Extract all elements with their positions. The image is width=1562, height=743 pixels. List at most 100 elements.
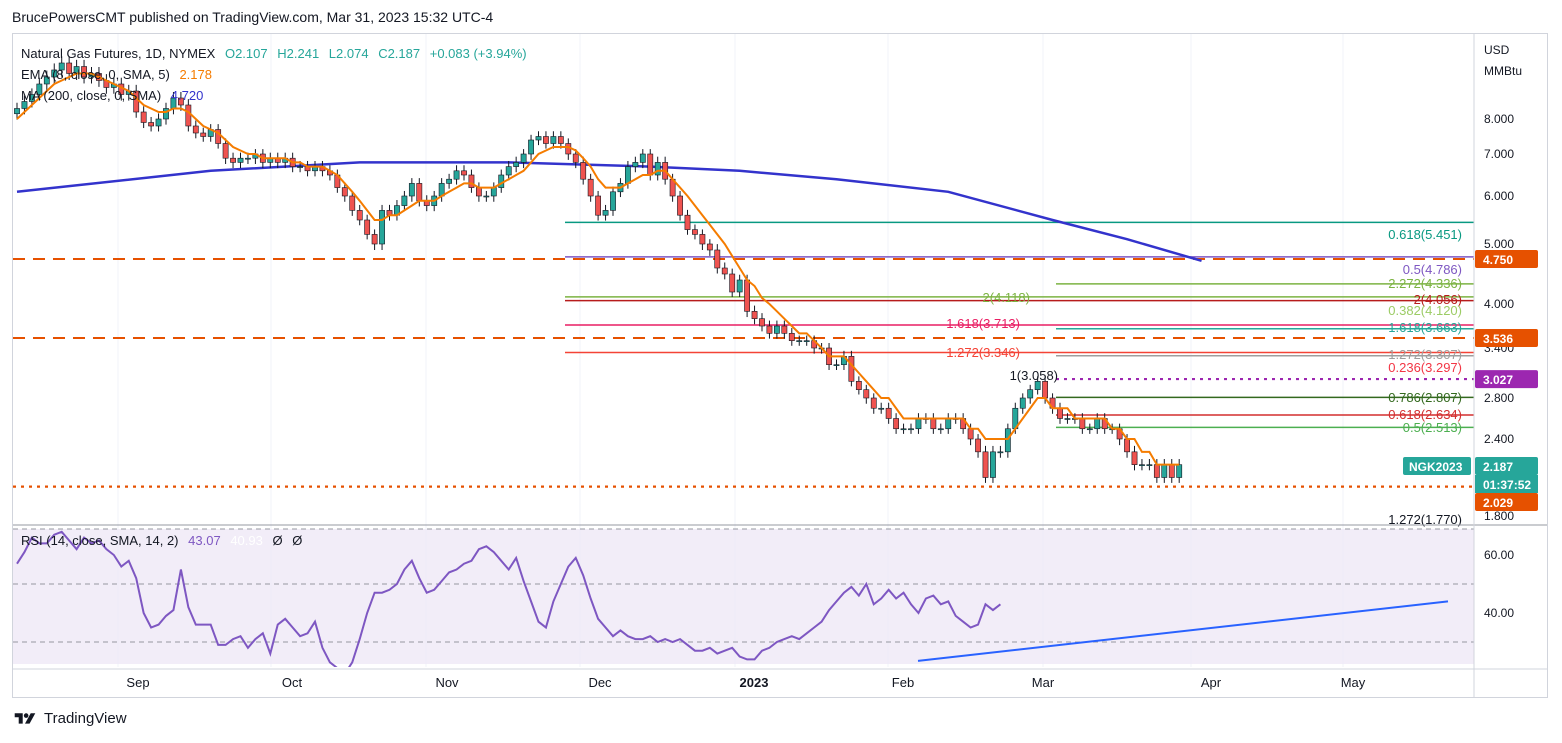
candle-body [751, 311, 758, 319]
legend-low: L2.074 [329, 46, 369, 61]
price-axis[interactable]: 8.0007.0006.0005.0004.0003.4002.8002.400… [1484, 112, 1514, 620]
candle-body [692, 229, 698, 235]
candle-body [535, 136, 542, 141]
price-tick-label: 1.800 [1484, 509, 1514, 523]
candle-body [513, 162, 520, 167]
fib-label: 0.618(5.451) [1388, 227, 1462, 242]
candle-body [1057, 407, 1063, 419]
svg-text:EMA (8, close, 0, SMA, 5): EMA (8, close, 0, SMA, 5) 2.178 [21, 67, 212, 82]
candle-body [610, 191, 616, 211]
candle-body [192, 125, 199, 134]
candle-body [453, 170, 460, 180]
fib-label: 0.786(2.807) [1388, 390, 1462, 405]
price-tick-label: 6.000 [1484, 189, 1514, 203]
candle-body [736, 279, 743, 293]
candle-body [341, 187, 348, 197]
svg-text:RSI (14, close, SMA, 14, 2): RSI (14, close, SMA, 14, 2) 43.07 40.93 … [21, 533, 302, 548]
candle-body [222, 143, 229, 159]
candle-body [572, 153, 579, 163]
candle-body [245, 157, 251, 160]
main-legend: Natural Gas Futures, 1D, NYMEX O2.107 H2… [21, 46, 527, 548]
legend-rsi-extra1: Ø [272, 533, 282, 548]
candle-body [237, 157, 244, 163]
candle-body [915, 418, 922, 430]
candle-body [543, 136, 549, 144]
price-tick-label: 4.000 [1484, 297, 1514, 311]
legend-ma-label: MA (200, close, 0, SMA) [21, 88, 161, 103]
candle-body [744, 279, 750, 312]
price-tag-label: 2.187 [1483, 460, 1513, 474]
candle-body [371, 234, 378, 245]
price-tag-label: 4.750 [1483, 253, 1513, 267]
legend-rsi-extra2: Ø [292, 533, 302, 548]
date-tick-label: Sep [126, 675, 149, 690]
candle-body [893, 418, 899, 430]
fib-label: 2.272(4.336) [1388, 276, 1462, 291]
candle-body [364, 219, 371, 235]
candle-body [900, 428, 907, 431]
candle-body [863, 389, 870, 399]
price-tag-label: 01:37:52 [1483, 478, 1531, 492]
candle-body [140, 111, 147, 123]
chart-canvas[interactable]: 0.618(5.451) 0.5(4.786)2.272(4.336) 2(4.11… [13, 34, 1547, 697]
date-tick-label: Nov [435, 675, 459, 690]
tradingview-brand: TradingView [44, 710, 127, 727]
candle-body [930, 418, 937, 430]
date-tick-label: Oct [282, 675, 303, 690]
candle-body [967, 428, 974, 440]
candle-body [706, 243, 713, 251]
candle-body [803, 340, 810, 342]
candle-body [557, 136, 564, 144]
candle-body [885, 407, 892, 419]
date-tick-label: Dec [588, 675, 612, 690]
legend-ma-value: 4.720 [171, 88, 204, 103]
candle-body [416, 183, 423, 202]
candle-body [677, 195, 683, 216]
price-tick-label: 7.000 [1484, 147, 1514, 161]
fib-label: 0.382(4.120) [1388, 303, 1462, 318]
fib-label: 1.272(3.346) [946, 345, 1020, 360]
candle-body [1139, 464, 1145, 466]
date-tick-label: Mar [1032, 675, 1055, 690]
candle-body [297, 166, 303, 168]
candle-body [490, 187, 497, 197]
candle-body [833, 364, 840, 366]
candle-body [990, 451, 996, 478]
candle-body [773, 325, 780, 334]
axis-unit: MMBtu [1484, 64, 1522, 78]
candle-body [1079, 418, 1086, 430]
legend-rsi-ma-value: 40.93 [230, 533, 263, 548]
candle-body [975, 438, 981, 453]
fib-label: 1.618(3.663) [1388, 320, 1462, 335]
price-tag-label: 2.029 [1483, 496, 1513, 510]
fib-labels: 0.618(5.451) 0.5(4.786)2.272(4.336) 2(4.11… [946, 227, 1462, 527]
rsi-band [13, 529, 1474, 664]
candle-body [349, 195, 356, 211]
fib-label: 0.236(3.297) [1388, 360, 1462, 375]
price-tag-label: 3.536 [1483, 332, 1513, 346]
candle-body [1064, 418, 1071, 420]
legend-ema-value: 2.178 [179, 67, 212, 82]
candle-body [759, 318, 765, 327]
candle-body [982, 451, 989, 478]
candle-body [1019, 397, 1026, 409]
fib-label: 1.618(3.713) [946, 316, 1020, 331]
candle-body [714, 249, 721, 269]
candle-body [1124, 438, 1130, 453]
tradingview-logo-icon [14, 712, 36, 724]
candle-body [528, 139, 534, 155]
legend-rsi-label: RSI (14, close, SMA, 14, 2) [21, 533, 179, 548]
candle-body [908, 428, 914, 431]
candle-body [155, 118, 162, 127]
time-axis[interactable]: Sep Oct Nov Dec 2023 Feb Mar Apr May [126, 675, 1365, 690]
axis-currency: USD [1484, 43, 1510, 57]
candle-body [200, 132, 207, 137]
candle-body [1042, 381, 1048, 399]
legend-change: +0.083 (+3.94%) [430, 46, 527, 61]
candle-body [855, 381, 862, 390]
ma-200-series [16, 161, 1202, 263]
candle-body [1146, 464, 1153, 466]
price-tick-label: 8.000 [1484, 112, 1514, 126]
publisher-header: BrucePowersCMT published on TradingView.… [12, 9, 494, 25]
candle-body [505, 166, 512, 176]
